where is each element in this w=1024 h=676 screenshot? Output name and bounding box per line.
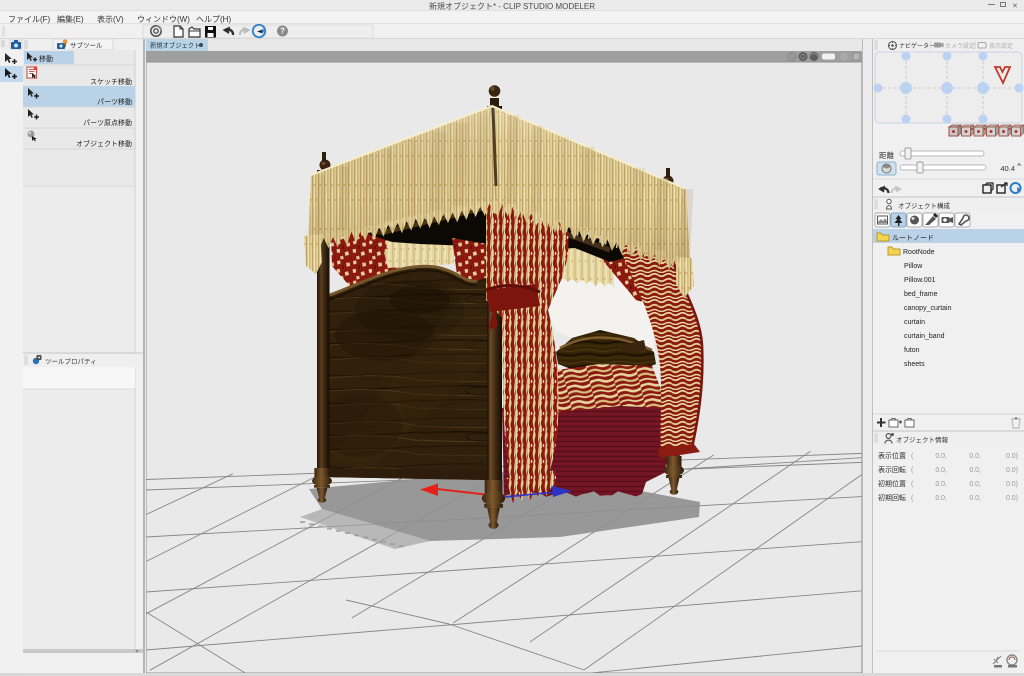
- svg-text:sheets: sheets: [904, 361, 925, 368]
- svg-text:0.0): 0.0): [1006, 495, 1018, 502]
- svg-text:カメラ設定: カメラ設定: [945, 42, 975, 50]
- svg-text:新規オブジェクト*: 新規オブジェクト*: [150, 41, 203, 50]
- svg-text:パーツ移動: パーツ移動: [97, 97, 132, 106]
- svg-text:Pillow: Pillow: [904, 263, 923, 270]
- svg-text:Pillow.001: Pillow.001: [904, 277, 936, 284]
- svg-text:ナビゲーター: ナビゲーター: [899, 42, 935, 50]
- svg-text:0.0): 0.0): [1006, 481, 1018, 488]
- svg-text:0.0,: 0.0,: [935, 495, 947, 502]
- svg-text:canopy_curtain: canopy_curtain: [904, 305, 952, 312]
- svg-text:オブジェクト構成: オブジェクト構成: [898, 201, 951, 210]
- svg-text:パーツ原点移動: パーツ原点移動: [83, 118, 132, 127]
- svg-text:ルートノード: ルートノード: [892, 235, 934, 242]
- svg-text:スケッチ移動: スケッチ移動: [90, 77, 132, 86]
- svg-text:オブジェクト移動: オブジェクト移動: [76, 139, 132, 148]
- svg-text:移動: 移動: [39, 54, 53, 63]
- svg-text:curtain: curtain: [904, 319, 925, 326]
- svg-text:0.0,: 0.0,: [969, 453, 981, 460]
- svg-text:初期位置: 初期位置: [878, 479, 906, 488]
- svg-text:表示設定: 表示設定: [989, 42, 1013, 50]
- svg-text:curtain_band: curtain_band: [904, 333, 945, 340]
- svg-text:オブジェクト情報: オブジェクト情報: [896, 435, 949, 444]
- svg-text:初期回転: 初期回転: [878, 493, 906, 502]
- svg-text:0.0,: 0.0,: [935, 453, 947, 460]
- svg-text:表示回転: 表示回転: [878, 465, 906, 474]
- svg-text:40.4: 40.4: [1000, 164, 1015, 173]
- svg-text:距離: 距離: [879, 150, 894, 160]
- svg-text:表示位置: 表示位置: [878, 451, 906, 460]
- svg-text:ツールプロパティ: ツールプロパティ: [45, 358, 97, 366]
- svg-text:RootNode: RootNode: [903, 249, 935, 256]
- svg-text:0.0): 0.0): [1006, 467, 1018, 474]
- svg-text:サブツール: サブツール: [70, 41, 103, 50]
- svg-text:0.0,: 0.0,: [969, 495, 981, 502]
- svg-text:0.0): 0.0): [1006, 453, 1018, 460]
- svg-text:0.0,: 0.0,: [969, 467, 981, 474]
- svg-text:futon: futon: [904, 347, 920, 354]
- svg-text:0.0,: 0.0,: [969, 481, 981, 488]
- svg-text:0.0,: 0.0,: [935, 467, 947, 474]
- svg-text:0.0,: 0.0,: [935, 481, 947, 488]
- svg-text:bed_frame: bed_frame: [904, 291, 938, 298]
- svg-text:?: ?: [280, 27, 285, 36]
